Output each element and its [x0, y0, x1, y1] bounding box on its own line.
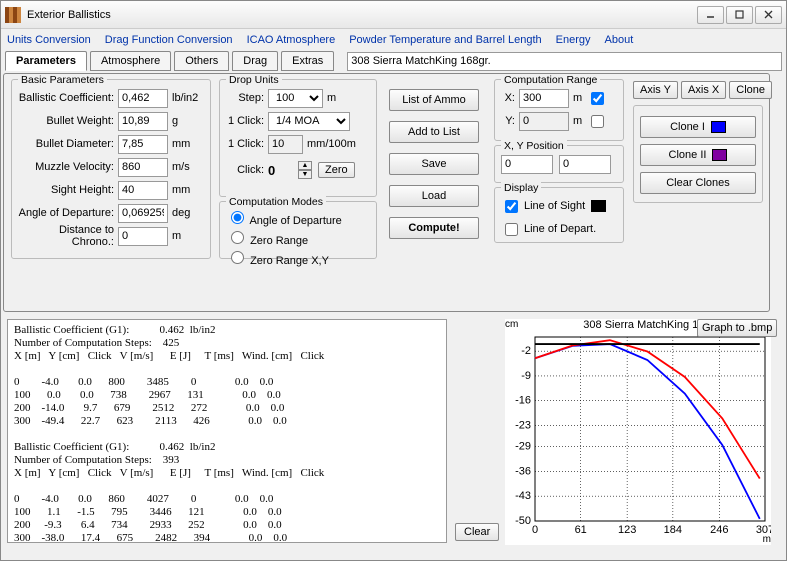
clone2-color-swatch: [712, 149, 727, 161]
svg-text:-2: -2: [521, 345, 531, 357]
range-x-checkbox[interactable]: [591, 92, 604, 105]
range-y-checkbox[interactable]: [591, 115, 604, 128]
display-group: Display Line of Sight Line of Depart.: [494, 187, 624, 243]
angle-departure-input[interactable]: [118, 204, 168, 223]
click2-input: [268, 135, 303, 154]
svg-text:-36: -36: [515, 465, 531, 477]
window-title: Exterior Ballistics: [27, 9, 695, 21]
range-y-input: [519, 112, 569, 131]
mode-angle-radio[interactable]: [231, 211, 244, 224]
trajectory-chart: cm 308 Sierra MatchKing 168gr. 061123184…: [505, 319, 771, 545]
menu-icao[interactable]: ICAO Atmosphere: [247, 34, 336, 46]
sight-height-input[interactable]: [118, 181, 168, 200]
xy-y-input[interactable]: [559, 155, 611, 174]
clone2-button[interactable]: Clone II: [640, 144, 756, 166]
range-x-input[interactable]: [519, 89, 569, 108]
clear-button[interactable]: Clear: [455, 523, 499, 541]
load-button[interactable]: Load: [389, 185, 479, 207]
results-text[interactable]: Ballistic Coefficient (G1): 0.462 lb/in2…: [7, 319, 447, 543]
svg-text:-16: -16: [515, 395, 531, 407]
menu-units-conversion[interactable]: Units Conversion: [7, 34, 91, 46]
menu-about[interactable]: About: [605, 34, 634, 46]
app-icon: [5, 7, 21, 23]
svg-text:184: 184: [664, 524, 682, 536]
tab-atmosphere[interactable]: Atmosphere: [90, 51, 171, 71]
click-spinner[interactable]: ▲▼: [298, 161, 312, 179]
computation-range-group: Computation Range X:m Y:m: [494, 79, 624, 141]
svg-text:-23: -23: [515, 419, 531, 431]
tab-drag[interactable]: Drag: [232, 51, 278, 71]
mode-zero-range-radio[interactable]: [231, 231, 244, 244]
svg-text:-29: -29: [515, 441, 531, 453]
computation-modes-group: Computation Modes Angle of Departure Zer…: [219, 201, 377, 259]
line-of-sight-checkbox[interactable]: [505, 200, 518, 213]
maximize-button[interactable]: [726, 6, 753, 24]
svg-text:-43: -43: [515, 490, 531, 502]
axis-x-button[interactable]: Axis X: [681, 81, 726, 99]
menubar: Units Conversion Drag Function Conversio…: [1, 29, 786, 51]
los-color-swatch[interactable]: [591, 200, 606, 212]
zero-button[interactable]: Zero: [318, 162, 355, 178]
click-value: 0: [268, 163, 298, 178]
step-select[interactable]: 100: [268, 89, 323, 108]
compute-button[interactable]: Compute!: [389, 217, 479, 239]
svg-text:0: 0: [532, 524, 538, 536]
clone-button[interactable]: Clone: [729, 81, 772, 99]
bullet-diameter-input[interactable]: [118, 135, 168, 154]
line-of-depart-checkbox[interactable]: [505, 223, 518, 236]
basic-parameters-group: Basic Parameters Ballistic Coefficient:l…: [11, 79, 211, 259]
list-of-ammo-button[interactable]: List of Ammo: [389, 89, 479, 111]
click1-select[interactable]: 1/4 MOA: [268, 112, 350, 131]
save-button[interactable]: Save: [389, 153, 479, 175]
spin-down-icon: ▼: [298, 170, 312, 179]
axis-y-button[interactable]: Axis Y: [633, 81, 678, 99]
clear-clones-button[interactable]: Clear Clones: [640, 172, 756, 194]
xy-x-input[interactable]: [501, 155, 553, 174]
tab-row: Parameters Atmosphere Others Drag Extras: [5, 51, 782, 71]
graph-to-bmp-button[interactable]: Graph to .bmp: [697, 319, 777, 337]
menu-powder-temp[interactable]: Powder Temperature and Barrel Length: [349, 34, 541, 46]
svg-text:123: 123: [618, 524, 636, 536]
ammo-name-field[interactable]: [347, 52, 782, 71]
svg-text:246: 246: [710, 524, 728, 536]
clone1-color-swatch: [711, 121, 726, 133]
mode-zero-range-xy-radio[interactable]: [231, 251, 244, 264]
close-button[interactable]: [755, 6, 782, 24]
svg-text:-50: -50: [515, 515, 531, 527]
clone1-button[interactable]: Clone I: [640, 116, 756, 138]
minimize-button[interactable]: [697, 6, 724, 24]
tab-parameters[interactable]: Parameters: [5, 51, 87, 71]
svg-text:-9: -9: [521, 370, 531, 382]
svg-text:61: 61: [575, 524, 587, 536]
muzzle-velocity-input[interactable]: [118, 158, 168, 177]
ballistic-coefficient-input[interactable]: [118, 89, 168, 108]
spin-up-icon: ▲: [298, 161, 312, 170]
titlebar: Exterior Ballistics: [1, 1, 786, 29]
xy-position-group: X, Y Position: [494, 145, 624, 183]
tab-others[interactable]: Others: [174, 51, 229, 71]
drop-units-group: Drop Units Step:100m 1 Click:1/4 MOA 1 C…: [219, 79, 377, 197]
bullet-weight-input[interactable]: [118, 112, 168, 131]
menu-energy[interactable]: Energy: [556, 34, 591, 46]
menu-drag-function[interactable]: Drag Function Conversion: [105, 34, 233, 46]
add-to-list-button[interactable]: Add to List: [389, 121, 479, 143]
clone-group: Clone I Clone II Clear Clones: [633, 105, 763, 203]
tab-extras[interactable]: Extras: [281, 51, 334, 71]
distance-chrono-input[interactable]: [118, 227, 168, 246]
